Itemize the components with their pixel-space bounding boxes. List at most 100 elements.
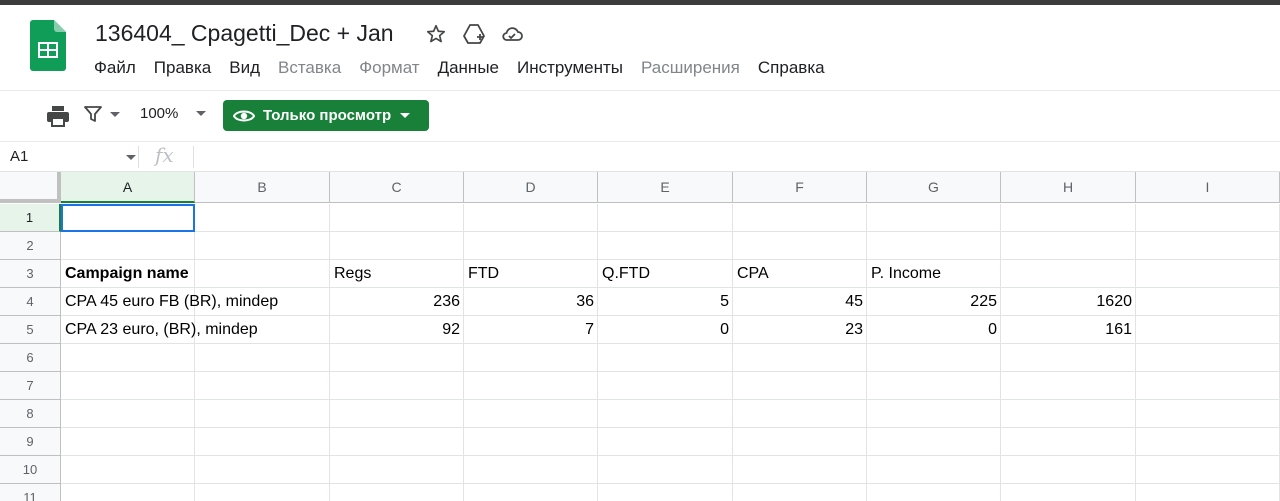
cloud-saved-icon[interactable] bbox=[500, 22, 524, 46]
name-box[interactable]: A1 bbox=[10, 148, 28, 165]
cell-e2[interactable] bbox=[598, 232, 733, 260]
cell-b6[interactable] bbox=[195, 344, 330, 372]
cell-d6[interactable] bbox=[464, 344, 598, 372]
cell-e9[interactable] bbox=[598, 428, 733, 456]
cell-c10[interactable] bbox=[330, 456, 464, 484]
cell-b1[interactable] bbox=[195, 204, 330, 232]
column-header-f[interactable]: F bbox=[733, 172, 867, 203]
cell-e4[interactable]: 5 bbox=[598, 288, 733, 316]
cell-b4[interactable] bbox=[195, 288, 330, 316]
column-header-d[interactable]: D bbox=[464, 172, 598, 203]
column-header-a[interactable]: A bbox=[61, 172, 195, 203]
cell-a2[interactable] bbox=[61, 232, 195, 260]
cell-i9[interactable] bbox=[1136, 428, 1280, 456]
cell-g6[interactable] bbox=[867, 344, 1001, 372]
cell-f1[interactable] bbox=[733, 204, 867, 232]
cell-a6[interactable] bbox=[61, 344, 195, 372]
cell-a3[interactable]: Campaign name bbox=[61, 260, 195, 288]
column-header-i[interactable]: I bbox=[1136, 172, 1280, 203]
cell-d1[interactable] bbox=[464, 204, 598, 232]
cell-e6[interactable] bbox=[598, 344, 733, 372]
cell-g2[interactable] bbox=[867, 232, 1001, 260]
cell-c4[interactable]: 236 bbox=[330, 288, 464, 316]
cell-i1[interactable] bbox=[1136, 204, 1280, 232]
cell-f5[interactable]: 23 bbox=[733, 316, 867, 344]
cell-g11[interactable] bbox=[867, 484, 1001, 501]
column-header-h[interactable]: H bbox=[1001, 172, 1136, 203]
cell-h9[interactable] bbox=[1001, 428, 1136, 456]
menu-tools[interactable]: Инструменты bbox=[517, 58, 623, 78]
star-icon[interactable] bbox=[424, 22, 448, 46]
cell-e11[interactable] bbox=[598, 484, 733, 501]
row-header-7[interactable]: 7 bbox=[0, 372, 61, 400]
cell-b3[interactable] bbox=[195, 260, 330, 288]
column-header-c[interactable]: C bbox=[330, 172, 464, 203]
row-header-1[interactable]: 1 bbox=[0, 204, 61, 232]
cell-h4[interactable]: 1620 bbox=[1001, 288, 1136, 316]
cell-g9[interactable] bbox=[867, 428, 1001, 456]
cell-a11[interactable] bbox=[61, 484, 195, 501]
cell-c11[interactable] bbox=[330, 484, 464, 501]
cell-i7[interactable] bbox=[1136, 372, 1280, 400]
cell-g4[interactable]: 225 bbox=[867, 288, 1001, 316]
drive-move-icon[interactable] bbox=[462, 22, 486, 46]
cell-e8[interactable] bbox=[598, 400, 733, 428]
cell-c9[interactable] bbox=[330, 428, 464, 456]
cell-c3[interactable]: Regs bbox=[330, 260, 464, 288]
cell-h8[interactable] bbox=[1001, 400, 1136, 428]
cell-i4[interactable] bbox=[1136, 288, 1280, 316]
chevron-down-icon[interactable] bbox=[126, 155, 136, 160]
row-header-5[interactable]: 5 bbox=[0, 316, 61, 344]
row-header-11[interactable]: 11 bbox=[0, 484, 61, 501]
filter-button[interactable] bbox=[84, 105, 120, 123]
menu-view[interactable]: Вид bbox=[229, 58, 260, 78]
cell-i11[interactable] bbox=[1136, 484, 1280, 501]
cell-i5[interactable] bbox=[1136, 316, 1280, 344]
cell-e3[interactable]: Q.FTD bbox=[598, 260, 733, 288]
cell-h6[interactable] bbox=[1001, 344, 1136, 372]
cell-h1[interactable] bbox=[1001, 204, 1136, 232]
cell-e10[interactable] bbox=[598, 456, 733, 484]
cell-d7[interactable] bbox=[464, 372, 598, 400]
row-header-9[interactable]: 9 bbox=[0, 428, 61, 456]
cell-i6[interactable] bbox=[1136, 344, 1280, 372]
cell-c5[interactable]: 92 bbox=[330, 316, 464, 344]
cell-a5[interactable]: CPA 23 euro, (BR), mindep bbox=[61, 316, 258, 344]
cell-h2[interactable] bbox=[1001, 232, 1136, 260]
cell-g1[interactable] bbox=[867, 204, 1001, 232]
cell-d11[interactable] bbox=[464, 484, 598, 501]
cell-a10[interactable] bbox=[61, 456, 195, 484]
cell-g5[interactable]: 0 bbox=[867, 316, 1001, 344]
row-header-3[interactable]: 3 bbox=[0, 260, 61, 288]
cell-d8[interactable] bbox=[464, 400, 598, 428]
menu-edit[interactable]: Правка bbox=[154, 58, 211, 78]
cell-f7[interactable] bbox=[733, 372, 867, 400]
cell-i8[interactable] bbox=[1136, 400, 1280, 428]
cell-h7[interactable] bbox=[1001, 372, 1136, 400]
column-header-g[interactable]: G bbox=[867, 172, 1001, 203]
cell-f4[interactable]: 45 bbox=[733, 288, 867, 316]
cell-i10[interactable] bbox=[1136, 456, 1280, 484]
cell-h5[interactable]: 161 bbox=[1001, 316, 1136, 344]
row-header-10[interactable]: 10 bbox=[0, 456, 61, 484]
cell-f6[interactable] bbox=[733, 344, 867, 372]
cell-c2[interactable] bbox=[330, 232, 464, 260]
cell-a9[interactable] bbox=[61, 428, 195, 456]
cell-d10[interactable] bbox=[464, 456, 598, 484]
cell-d9[interactable] bbox=[464, 428, 598, 456]
column-header-e[interactable]: E bbox=[598, 172, 733, 203]
row-header-6[interactable]: 6 bbox=[0, 344, 61, 372]
cell-a8[interactable] bbox=[61, 400, 195, 428]
cell-f11[interactable] bbox=[733, 484, 867, 501]
cell-g7[interactable] bbox=[867, 372, 1001, 400]
cell-b11[interactable] bbox=[195, 484, 330, 501]
row-header-8[interactable]: 8 bbox=[0, 400, 61, 428]
cell-e5[interactable]: 0 bbox=[598, 316, 733, 344]
cell-d2[interactable] bbox=[464, 232, 598, 260]
print-icon[interactable] bbox=[46, 105, 70, 132]
cell-f8[interactable] bbox=[733, 400, 867, 428]
row-header-2[interactable]: 2 bbox=[0, 232, 61, 260]
cell-e1[interactable] bbox=[598, 204, 733, 232]
cell-b10[interactable] bbox=[195, 456, 330, 484]
cell-f2[interactable] bbox=[733, 232, 867, 260]
